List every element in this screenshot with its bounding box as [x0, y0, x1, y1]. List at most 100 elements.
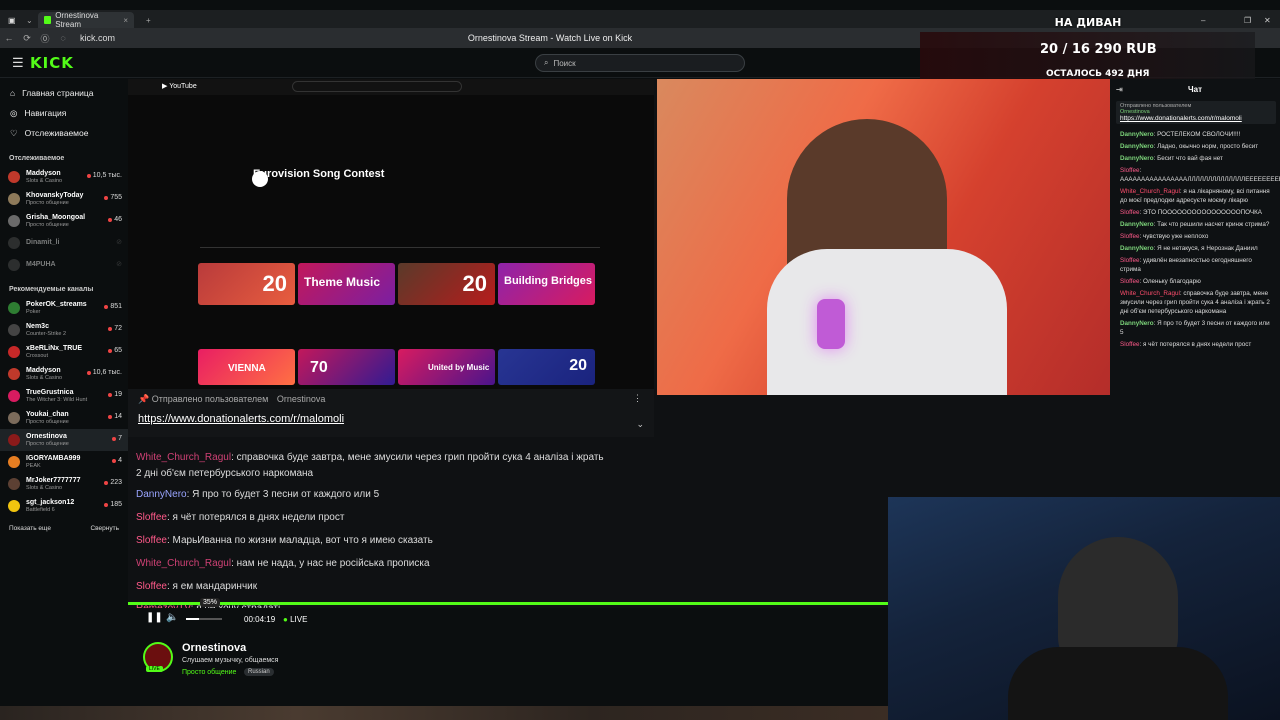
tab-active[interactable]: Ornestinova Stream ×: [38, 11, 134, 29]
chat-username[interactable]: DannyNero: [1120, 245, 1154, 252]
search-input[interactable]: ⌕ Поиск: [535, 54, 745, 72]
channel-avatar: [8, 346, 20, 358]
chat-username[interactable]: DannyNero: [1120, 143, 1154, 150]
channel-avatar: [8, 324, 20, 336]
home-icon: ⌂: [10, 88, 16, 98]
viewer-count: 72: [108, 325, 122, 332]
chat-username[interactable]: DannyNero: [1120, 320, 1154, 327]
recommended-channel[interactable]: PokerOK_streams Poker 851: [0, 297, 128, 319]
overlay-chat-message: White_Church_Ragul: справочка буде завтр…: [136, 452, 604, 463]
recommended-channel[interactable]: Youkai_chan Просто общение 14: [0, 407, 128, 429]
recommended-channel[interactable]: xBeRLiNx_TRUE Crossout 65: [0, 341, 128, 363]
tab-dropdown-icon[interactable]: ⌄: [20, 12, 39, 28]
chat-username[interactable]: White_Church_Ragul: [136, 452, 231, 463]
kick-logo[interactable]: KICK: [30, 54, 74, 72]
followed-channel[interactable]: M4PUHA ⊘: [0, 254, 128, 276]
language-tag[interactable]: Russian: [244, 668, 274, 676]
pause-icon[interactable]: ❚❚: [146, 612, 163, 623]
channel-name: Maddyson: [26, 366, 61, 374]
chat-message: DannyNero: Я про то будет 3 песни от каж…: [1110, 319, 1280, 340]
recommended-channel[interactable]: Maddyson Slots & Casino 10,6 тыс.: [0, 363, 128, 385]
youtube-channel-title: Eurovision Song Contest: [253, 168, 385, 180]
microphone: [817, 299, 845, 349]
chat-username[interactable]: Sloffee: [136, 512, 167, 523]
collapse-link[interactable]: Свернуть: [90, 525, 119, 532]
nav-home[interactable]: ⌂ Главная страница: [0, 83, 128, 103]
chat-text: : справочка буде завтра, мене змусили че…: [231, 452, 604, 463]
channel-name: MrJoker7777777: [26, 476, 81, 484]
channel-category: Просто общение: [26, 440, 69, 447]
window-minimize-icon[interactable]: –: [1195, 12, 1211, 28]
chat-username[interactable]: DannyNero: [1120, 131, 1154, 138]
tab-close-icon[interactable]: ×: [123, 16, 128, 25]
window-close-icon[interactable]: ✕: [1258, 12, 1277, 28]
viewer-count: 46: [108, 216, 122, 223]
menu-icon[interactable]: ☰: [12, 55, 24, 71]
chat-text: : я чёт потерялся в днях недели прост: [166, 512, 345, 523]
followed-channel[interactable]: Grisha_Moongoal Просто общение 46: [0, 210, 128, 232]
overlay-chat-message: Sloffee: я ем мандаринчик: [136, 581, 257, 592]
chat-username[interactable]: Sloffee: [136, 535, 167, 546]
new-tab-icon[interactable]: +: [140, 12, 157, 28]
chat-username[interactable]: Sloffee: [1120, 167, 1140, 174]
recommended-channel[interactable]: TrueGrustnica The Witcher 3: Wild Hunt 1…: [0, 385, 128, 407]
recommended-channel[interactable]: Nem3c Counter-Strike 2 72: [0, 319, 128, 341]
channel-name: Ornestinova: [26, 432, 67, 440]
recommended-channel[interactable]: IGORYAMBA999 PEAK 4: [0, 451, 128, 473]
chat-username[interactable]: White_Church_Ragul: [136, 558, 231, 569]
followed-channel[interactable]: Dinamit_li ⊘: [0, 232, 128, 254]
chat-username[interactable]: DannyNero: [1120, 155, 1154, 162]
chat-text: : чувствую уже неплохо: [1139, 233, 1209, 240]
chat-panel: ⇥ Чат Отправлено пользователем Ornestino…: [1110, 79, 1280, 499]
viewer-count: 7: [112, 435, 122, 442]
search-placeholder: Поиск: [553, 58, 576, 68]
video-thumb-8: 20: [498, 349, 595, 385]
chat-username[interactable]: DannyNero: [1120, 221, 1154, 228]
recommended-channel[interactable]: Ornestinova Просто общение 7: [0, 429, 128, 451]
nav-following-label: Отслеживаемое: [24, 128, 89, 138]
chat-username[interactable]: White_Church_Ragul: [1120, 188, 1180, 195]
browser-menu-icon[interactable]: ▣: [2, 12, 22, 28]
channel-category: Slots & Casino: [26, 484, 63, 491]
streamer-name[interactable]: Ornestinova: [182, 642, 246, 654]
chat-username[interactable]: DannyNero: [136, 489, 187, 500]
collapse-chat-icon[interactable]: ⇥: [1116, 85, 1123, 94]
playback-time: 00:04:19: [244, 615, 276, 624]
volume-slider[interactable]: [186, 618, 222, 620]
more-options-icon[interactable]: ⋮: [633, 393, 642, 404]
recommended-channel[interactable]: sgt_jackson12 Battlefield 6 185: [0, 495, 128, 517]
chat-message: DannyNero: РОСТЕЛЕКОМ СВОЛОЧИ!!!!: [1110, 130, 1280, 142]
pin-icon: 📌: [138, 394, 152, 404]
window-maximize-icon[interactable]: ❐: [1238, 12, 1257, 28]
chat-text: : Я про то будет 3 песни от каждого или …: [186, 489, 380, 500]
stream-category[interactable]: Просто общение: [182, 669, 236, 676]
expand-chevron-icon[interactable]: ⌄: [636, 419, 644, 430]
live-dot-icon: [86, 370, 91, 375]
chat-username[interactable]: Sloffee: [1120, 257, 1140, 264]
show-more-link[interactable]: Показать еще: [9, 525, 51, 532]
followed-channel[interactable]: Maddyson Slots & Casino 10,5 тыс.: [0, 166, 128, 188]
pinned-link[interactable]: https://www.donationalerts.com/r/malomol…: [1120, 115, 1272, 122]
chat-username[interactable]: White_Church_Ragul: [1120, 290, 1180, 297]
donation-link[interactable]: https://www.donationalerts.com/r/malomol…: [138, 413, 344, 425]
live-dot-icon: [108, 414, 113, 419]
nav-following[interactable]: ♡ Отслеживаемое: [0, 123, 128, 143]
chat-username[interactable]: Sloffee: [1120, 341, 1140, 348]
recommended-channel[interactable]: MrJoker7777777 Slots & Casino 223: [0, 473, 128, 495]
youtube-screen-share: ▶ YouTube Eurovision Song Contest 20 The…: [128, 79, 654, 389]
channel-name: Nem3c: [26, 322, 49, 330]
viewer-count: 223: [104, 479, 122, 486]
chat-text: : Так что решили насчет кринж стрима?: [1153, 221, 1270, 228]
chat-username[interactable]: Sloffee: [1120, 233, 1140, 240]
chat-username[interactable]: Sloffee: [1120, 209, 1140, 216]
channel-name: IGORYAMBA999: [26, 454, 81, 462]
chat-username[interactable]: Sloffee: [1120, 278, 1140, 285]
channel-avatar: [8, 171, 20, 183]
volume-icon[interactable]: 🔈: [166, 612, 178, 623]
progress-bar[interactable]: [128, 602, 888, 605]
chat-username[interactable]: Sloffee: [136, 581, 167, 592]
chat-text: : удивлён внезапностью сегодняшнего стри…: [1120, 257, 1252, 273]
live-dot-icon: [108, 217, 113, 222]
nav-browse[interactable]: ◎ Навигация: [0, 103, 128, 123]
followed-channel[interactable]: KhovanskyToday Просто общение 755: [0, 188, 128, 210]
